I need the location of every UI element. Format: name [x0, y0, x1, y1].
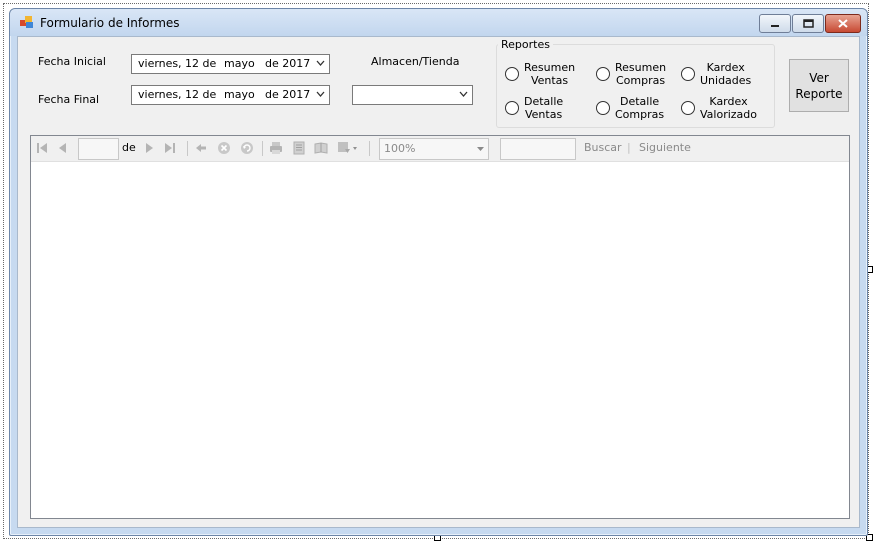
radio-kardex-valorizado-label[interactable]: Kardex Valorizado [700, 95, 757, 121]
fecha-inicial-month[interactable]: mayo [224, 57, 255, 70]
radio-detalle-compras[interactable] [596, 101, 610, 115]
radio-label-line: Compras [615, 108, 665, 121]
fecha-final-day[interactable]: , 12 de [178, 88, 216, 101]
current-page-input[interactable] [78, 138, 119, 160]
radio-resumen-compras-label[interactable]: Resumen Compras [615, 61, 666, 87]
reportes-group-title: Reportes [498, 38, 553, 51]
buscar-link[interactable]: Buscar [584, 141, 622, 154]
fecha-final-year[interactable]: de 2017 [265, 88, 310, 101]
radio-detalle-ventas-label[interactable]: Detalle Ventas [524, 95, 563, 121]
stop-icon[interactable] [217, 141, 231, 155]
fecha-final-label: Fecha Final [38, 93, 100, 106]
report-toolbar: de 100% Buscar | Siguiente [31, 136, 849, 162]
siguiente-link[interactable]: Siguiente [639, 141, 691, 154]
fecha-final-picker[interactable]: viernes , 12 de mayo de 2017 [131, 85, 330, 105]
radio-label-line: Ventas [524, 108, 563, 121]
window-title: Formulario de Informes [40, 16, 180, 30]
fecha-inicial-label: Fecha Inicial [38, 55, 106, 68]
refresh-icon[interactable] [240, 141, 254, 155]
print-layout-icon[interactable] [292, 141, 306, 155]
print-icon[interactable] [269, 141, 283, 155]
toolbar-separator [262, 141, 263, 156]
radio-kardex-unidades-label[interactable]: Kardex Unidades [700, 61, 751, 87]
minimize-button[interactable] [759, 14, 791, 33]
ver-reporte-line: Ver [809, 70, 829, 85]
fecha-inicial-year[interactable]: de 2017 [265, 57, 310, 70]
title-bar[interactable]: Formulario de Informes [10, 9, 867, 36]
report-form-window: Formulario de Informes Fecha Inicial Fec… [9, 8, 868, 536]
fecha-inicial-weekday[interactable]: viernes [138, 57, 178, 70]
zoom-select[interactable]: 100% [379, 138, 489, 160]
ver-reporte-line: Reporte [795, 86, 843, 101]
chevron-down-icon[interactable] [477, 147, 484, 152]
chevron-down-icon[interactable] [459, 91, 468, 98]
radio-kardex-valorizado[interactable] [681, 101, 695, 115]
minimize-icon [771, 24, 779, 27]
page-setup-icon[interactable] [314, 141, 328, 155]
radio-label-line: Resumen [524, 61, 576, 74]
almacen-combobox[interactable] [352, 85, 473, 105]
fecha-final-month[interactable]: mayo [224, 88, 255, 101]
maximize-icon [802, 19, 814, 28]
back-icon[interactable] [194, 141, 208, 155]
chevron-down-icon[interactable] [316, 60, 325, 67]
maximize-button[interactable] [792, 14, 824, 33]
radio-label-line: Detalle [524, 95, 564, 108]
next-page-icon[interactable] [142, 141, 156, 155]
radio-label-line: Kardex [706, 61, 745, 74]
fecha-inicial-day[interactable]: , 12 de [178, 57, 216, 70]
radio-label-line: Valorizado [700, 108, 758, 121]
close-icon [838, 19, 848, 28]
toolbar-separator [187, 141, 188, 156]
radio-label-line: Resumen [615, 61, 667, 74]
radio-kardex-unidades[interactable] [681, 67, 695, 81]
ver-reporte-button[interactable]: Ver Reporte [789, 59, 849, 112]
app-icon [20, 16, 33, 28]
previous-page-icon[interactable] [56, 141, 70, 155]
report-canvas [31, 162, 849, 518]
radio-resumen-ventas[interactable] [505, 67, 519, 81]
fecha-inicial-picker[interactable]: viernes , 12 de mayo de 2017 [131, 54, 330, 74]
ver-reporte-label: Ver Reporte [795, 70, 842, 102]
radio-label-line: Kardex [709, 95, 748, 108]
radio-label-line: Ventas [530, 74, 569, 87]
form-client-area: Fecha Inicial Fecha Final viernes , 12 d… [17, 36, 860, 528]
toolbar-separator [369, 141, 370, 156]
last-page-icon[interactable] [163, 141, 177, 155]
radio-detalle-compras-label[interactable]: Detalle Compras [615, 95, 664, 121]
radio-label-line: Compras [615, 74, 666, 87]
close-button[interactable] [825, 14, 861, 33]
report-viewer[interactable]: de 100% Buscar | Siguiente [30, 135, 850, 519]
search-separator: | [627, 141, 631, 154]
search-input[interactable] [500, 138, 576, 160]
export-icon[interactable] [337, 141, 359, 155]
radio-resumen-ventas-label[interactable]: Resumen Ventas [524, 61, 575, 87]
of-pages-label: de [122, 141, 136, 154]
radio-resumen-compras[interactable] [596, 67, 610, 81]
radio-detalle-ventas[interactable] [505, 101, 519, 115]
radio-label-line: Unidades [700, 74, 752, 87]
radio-label-line: Detalle [619, 95, 660, 108]
fecha-final-weekday[interactable]: viernes [138, 88, 178, 101]
chevron-down-icon[interactable] [316, 91, 325, 98]
first-page-icon[interactable] [35, 141, 49, 155]
almacen-label: Almacen/Tienda [371, 55, 460, 68]
zoom-value: 100% [384, 142, 416, 155]
